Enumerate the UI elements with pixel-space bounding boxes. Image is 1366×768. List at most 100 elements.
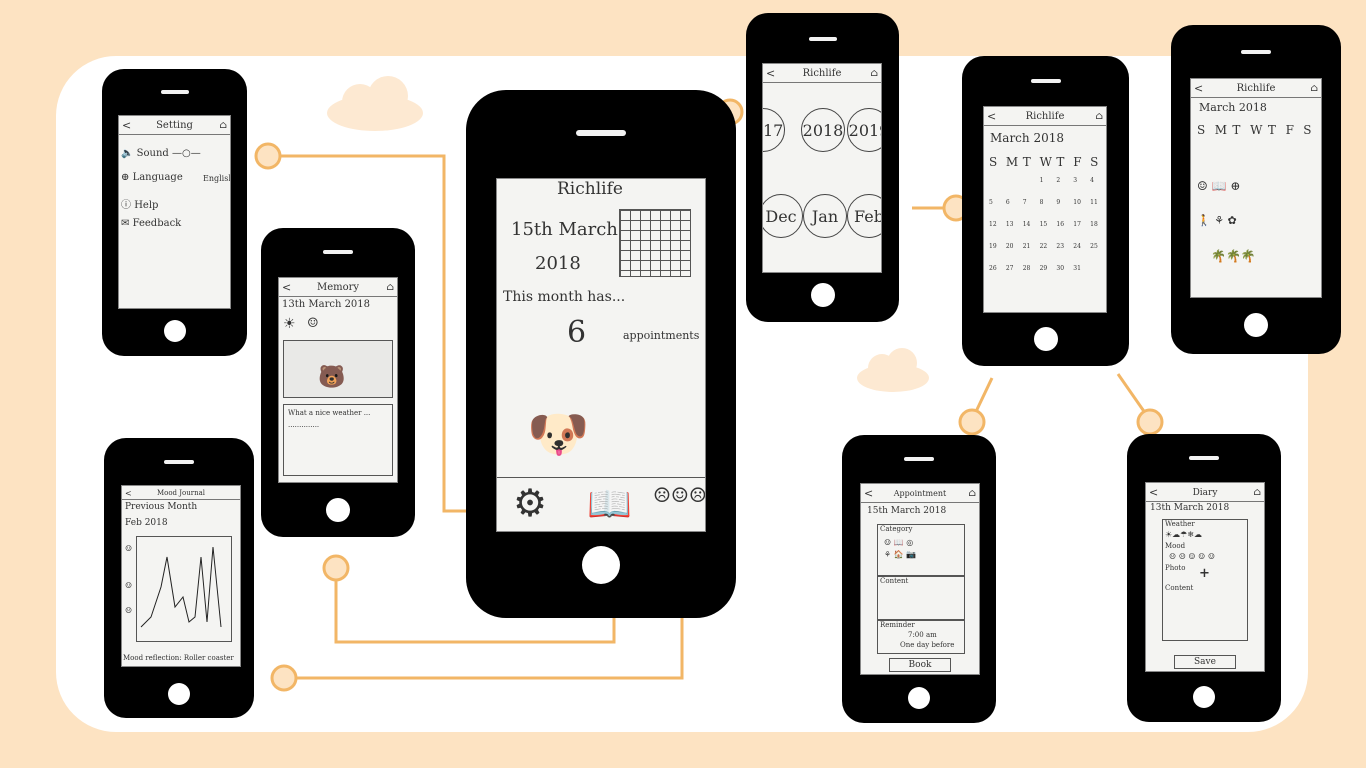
home-screen: Richlife 15th March 2018 This month has.… [496,178,706,532]
calendar-day[interactable]: 13 [1006,221,1014,228]
memory-note-dots: .............. [288,421,320,429]
feedback-row[interactable]: ✉ Feedback [121,218,181,229]
home-button[interactable] [1244,313,1268,337]
reminder-before: One day before [900,641,955,649]
home-icon[interactable]: ⌂ [1310,81,1318,97]
year-circle[interactable]: 2019 [847,108,881,152]
calendar-day[interactable]: 23 [1056,243,1064,250]
calendar-day[interactable]: 20 [1006,243,1014,250]
memory-screen: < Memory ⌂ 13th March 2018 ☀ ☺ 🐻 What a … [278,277,398,483]
weekday-label: S [1090,155,1099,169]
book-button[interactable]: Book [889,658,951,672]
phone-calendar: < Richlife ⌂ March 2018 SMTWTFS123456789… [962,56,1129,366]
home-button[interactable] [908,687,930,709]
calendar-day[interactable]: 8 [1040,199,1044,206]
calendar-day[interactable]: 30 [1056,265,1064,272]
language-row[interactable]: ⊕ Language [121,172,183,183]
back-icon[interactable]: < [282,280,291,296]
calendar-day[interactable]: 28 [1023,265,1031,272]
home-button[interactable] [1193,686,1215,708]
year-circle[interactable]: 2017 [763,108,785,152]
volume-slider[interactable]: —○— [172,148,201,159]
home-button[interactable] [326,498,350,522]
screen-title: Appointment [893,489,947,498]
save-button[interactable]: Save [1174,655,1236,669]
memory-note-box[interactable]: What a nice weather ... .............. [283,404,393,476]
home-icon[interactable]: ⌂ [386,280,394,296]
memory-photo[interactable]: 🐻 [283,340,393,398]
calendar-day[interactable]: 19 [989,243,997,250]
home-button[interactable] [1033,327,1058,351]
category-box[interactable]: Category ☺ 📖 ◎ ⚘ 🏠 📷 [877,524,965,576]
phone-speaker [808,37,837,41]
back-icon[interactable]: < [766,66,775,82]
calendar-day[interactable]: 29 [1040,265,1048,272]
year-circle[interactable]: 2018 [801,108,845,152]
calendar-day[interactable]: 5 [989,199,993,206]
mood-gauge-icon[interactable]: ☹☺☹ [653,483,705,507]
calendar-day[interactable]: 10 [1073,199,1081,206]
phone-diary: < Diary ⌂ 13th March 2018 Weather ☀☁☂❄☁ … [1127,434,1281,722]
calendar-day[interactable]: 15 [1040,221,1048,228]
calendar-day[interactable]: 9 [1056,199,1060,206]
mood-screen: < Mood Journal Previous Month Feb 2018 ☺… [121,485,241,667]
home-button[interactable] [582,546,620,584]
home-button[interactable] [163,320,186,342]
month-circle[interactable]: Jan [803,194,847,238]
calendar-day[interactable]: 6 [1006,199,1010,206]
weather-icons[interactable]: ☀☁☂❄☁ [1165,530,1202,539]
home-icon[interactable]: ⌂ [968,486,976,502]
calendar-month: March 2018 [1199,101,1267,114]
home-icon[interactable]: ⌂ [219,118,227,134]
reminder-box[interactable]: Reminder 7:00 am One day before [877,620,965,654]
mood-icons[interactable]: ☹ ☹ ☺ ☺ ☺ [1169,552,1215,561]
weekday-row: SMTWTFS [1195,123,1319,141]
calendar-day[interactable]: 1 [1040,177,1044,184]
home-button[interactable] [810,283,835,307]
month-circle[interactable]: Feb [847,194,881,238]
book-icon[interactable]: 📖 [587,483,632,525]
calendar-day[interactable]: 14 [1023,221,1031,228]
content-box[interactable]: Content [877,576,965,620]
calendar-day[interactable]: 4 [1090,177,1094,184]
mascot-icon: 🐶 [527,405,590,463]
month-circle[interactable]: Dec [763,194,803,238]
calendar-day[interactable]: 18 [1090,221,1098,228]
phone-calendar-emoji: < Richlife ⌂ March 2018 SMTWTFS ☺ 📖 ⊕ 🚶 … [1171,25,1341,354]
back-icon[interactable]: < [122,118,131,134]
app-title: Richlife [557,179,623,199]
calendar-topbar: < Richlife ⌂ [984,109,1106,126]
calendar-day[interactable]: 25 [1090,243,1098,250]
calendar-day[interactable]: 27 [1006,265,1014,272]
home-icon[interactable]: ⌂ [870,66,878,82]
sound-row[interactable]: 🔈 Sound —○— [121,148,201,159]
calendar-day[interactable]: 17 [1073,221,1081,228]
calendar-day[interactable]: 3 [1073,177,1077,184]
memory-note: What a nice weather ... [288,409,371,417]
back-icon[interactable]: < [125,488,132,499]
calendar-day[interactable]: 7 [1023,199,1027,206]
phone-speaker [164,460,194,464]
gear-icon[interactable]: ⚙ [513,481,547,525]
home-icon[interactable]: ⌂ [1253,485,1261,501]
add-photo-icon[interactable]: + [1199,566,1210,581]
calendar-icon[interactable] [619,209,691,277]
calendar-day[interactable]: 2 [1056,177,1060,184]
back-icon[interactable]: < [864,486,873,502]
home-button[interactable] [168,683,190,705]
calendar-day[interactable]: 11 [1090,199,1098,206]
calendar-day[interactable]: 16 [1056,221,1064,228]
calendar-day[interactable]: 12 [989,221,997,228]
help-row[interactable]: ⓘ Help [121,196,158,211]
calendar-day[interactable]: 21 [1023,243,1031,250]
back-icon[interactable]: < [987,109,996,125]
calendar-day[interactable]: 26 [989,265,997,272]
calendar-day[interactable]: 22 [1040,243,1048,250]
year-screen: < Richlife ⌂ 2017 2018 2019 Dec Jan Feb [762,63,882,273]
back-icon[interactable]: < [1194,81,1203,97]
back-icon[interactable]: < [1149,485,1158,501]
calendar-day[interactable]: 31 [1073,265,1081,272]
calendar-day[interactable]: 24 [1073,243,1081,250]
help-icon: ⓘ [121,200,131,211]
home-icon[interactable]: ⌂ [1095,109,1103,125]
